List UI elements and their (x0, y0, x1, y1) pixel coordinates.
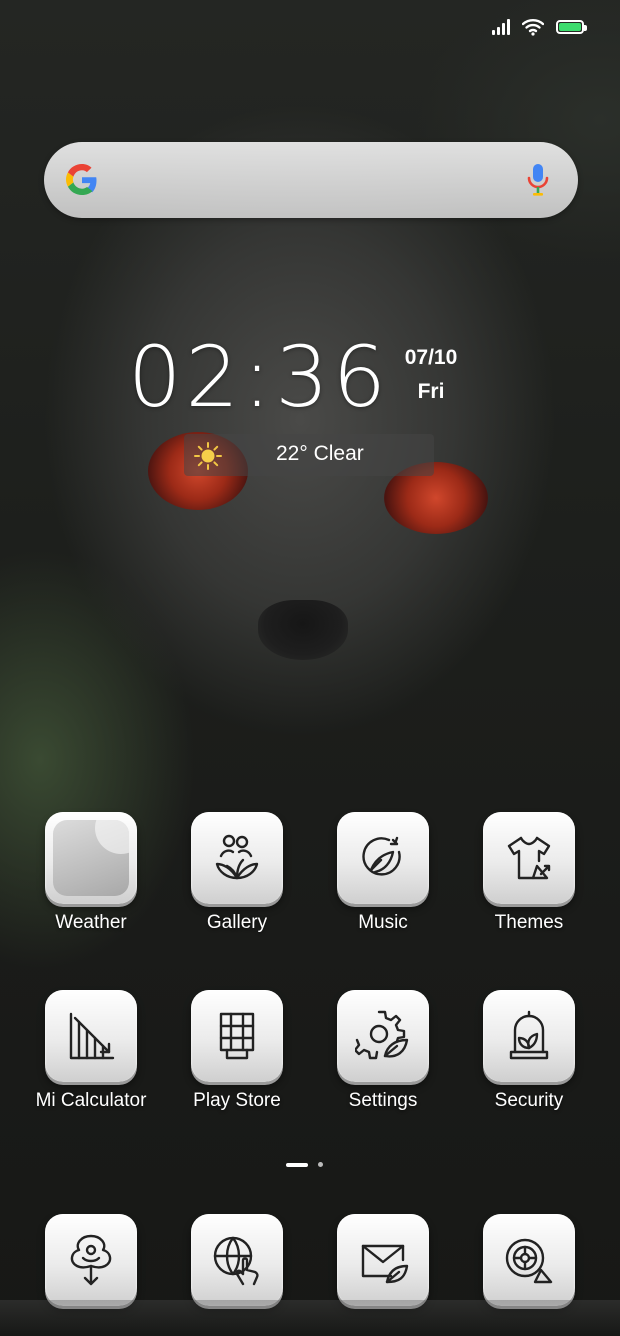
weather-icon (45, 812, 137, 904)
app-label: Themes (494, 912, 564, 933)
app-weather[interactable]: Weather (18, 812, 164, 934)
play-store-icon (191, 990, 283, 1082)
microphone-icon[interactable] (526, 162, 550, 198)
app-music[interactable]: Music (310, 812, 456, 934)
calculator-icon (45, 990, 137, 1082)
app-label: Settings (348, 1090, 418, 1111)
browser-icon (191, 1214, 283, 1306)
status-bar (492, 18, 587, 36)
settings-icon (337, 990, 429, 1082)
app-gallery[interactable]: Gallery (164, 812, 310, 934)
dock-messages[interactable] (310, 1214, 456, 1306)
clock-time[interactable]: 02:36 (128, 328, 390, 426)
gallery-icon (191, 812, 283, 904)
app-security[interactable]: Security (456, 990, 602, 1112)
security-icon (483, 990, 575, 1082)
page-dot[interactable] (318, 1162, 323, 1167)
app-label: Weather (55, 912, 127, 933)
app-mi-calculator[interactable]: Mi Calculator (18, 990, 164, 1112)
battery-icon (556, 20, 587, 34)
app-label: Gallery (206, 912, 268, 933)
page-dot-active[interactable] (286, 1162, 308, 1167)
messages-icon (337, 1214, 429, 1306)
weather-summary: 22° Clear (276, 442, 364, 465)
phone-icon (45, 1214, 137, 1306)
dock-browser[interactable] (164, 1214, 310, 1306)
google-g-logo (66, 164, 97, 195)
dock-camera[interactable] (456, 1214, 602, 1306)
signal-bars-icon (492, 19, 510, 35)
app-settings[interactable]: Settings (310, 990, 456, 1112)
dock-reflection (0, 1300, 620, 1336)
wallpaper-cat-nose (258, 600, 348, 660)
camera-icon (483, 1214, 575, 1306)
google-search-bar[interactable] (44, 142, 578, 218)
page-indicator[interactable] (286, 1162, 323, 1167)
clock-day: Fri (417, 380, 445, 403)
app-label: Music (358, 912, 408, 933)
wifi-icon (522, 19, 544, 36)
sun-icon (194, 442, 222, 470)
music-icon (337, 812, 429, 904)
app-themes[interactable]: Themes (456, 812, 602, 934)
app-play-store[interactable]: Play Store (164, 990, 310, 1112)
clock-date: 07/10 (404, 346, 458, 369)
app-label: Mi Calculator (35, 1090, 147, 1111)
dock-phone[interactable] (18, 1214, 164, 1306)
app-label: Play Store (193, 1090, 281, 1111)
app-label: Security (494, 1090, 564, 1111)
themes-icon (483, 812, 575, 904)
